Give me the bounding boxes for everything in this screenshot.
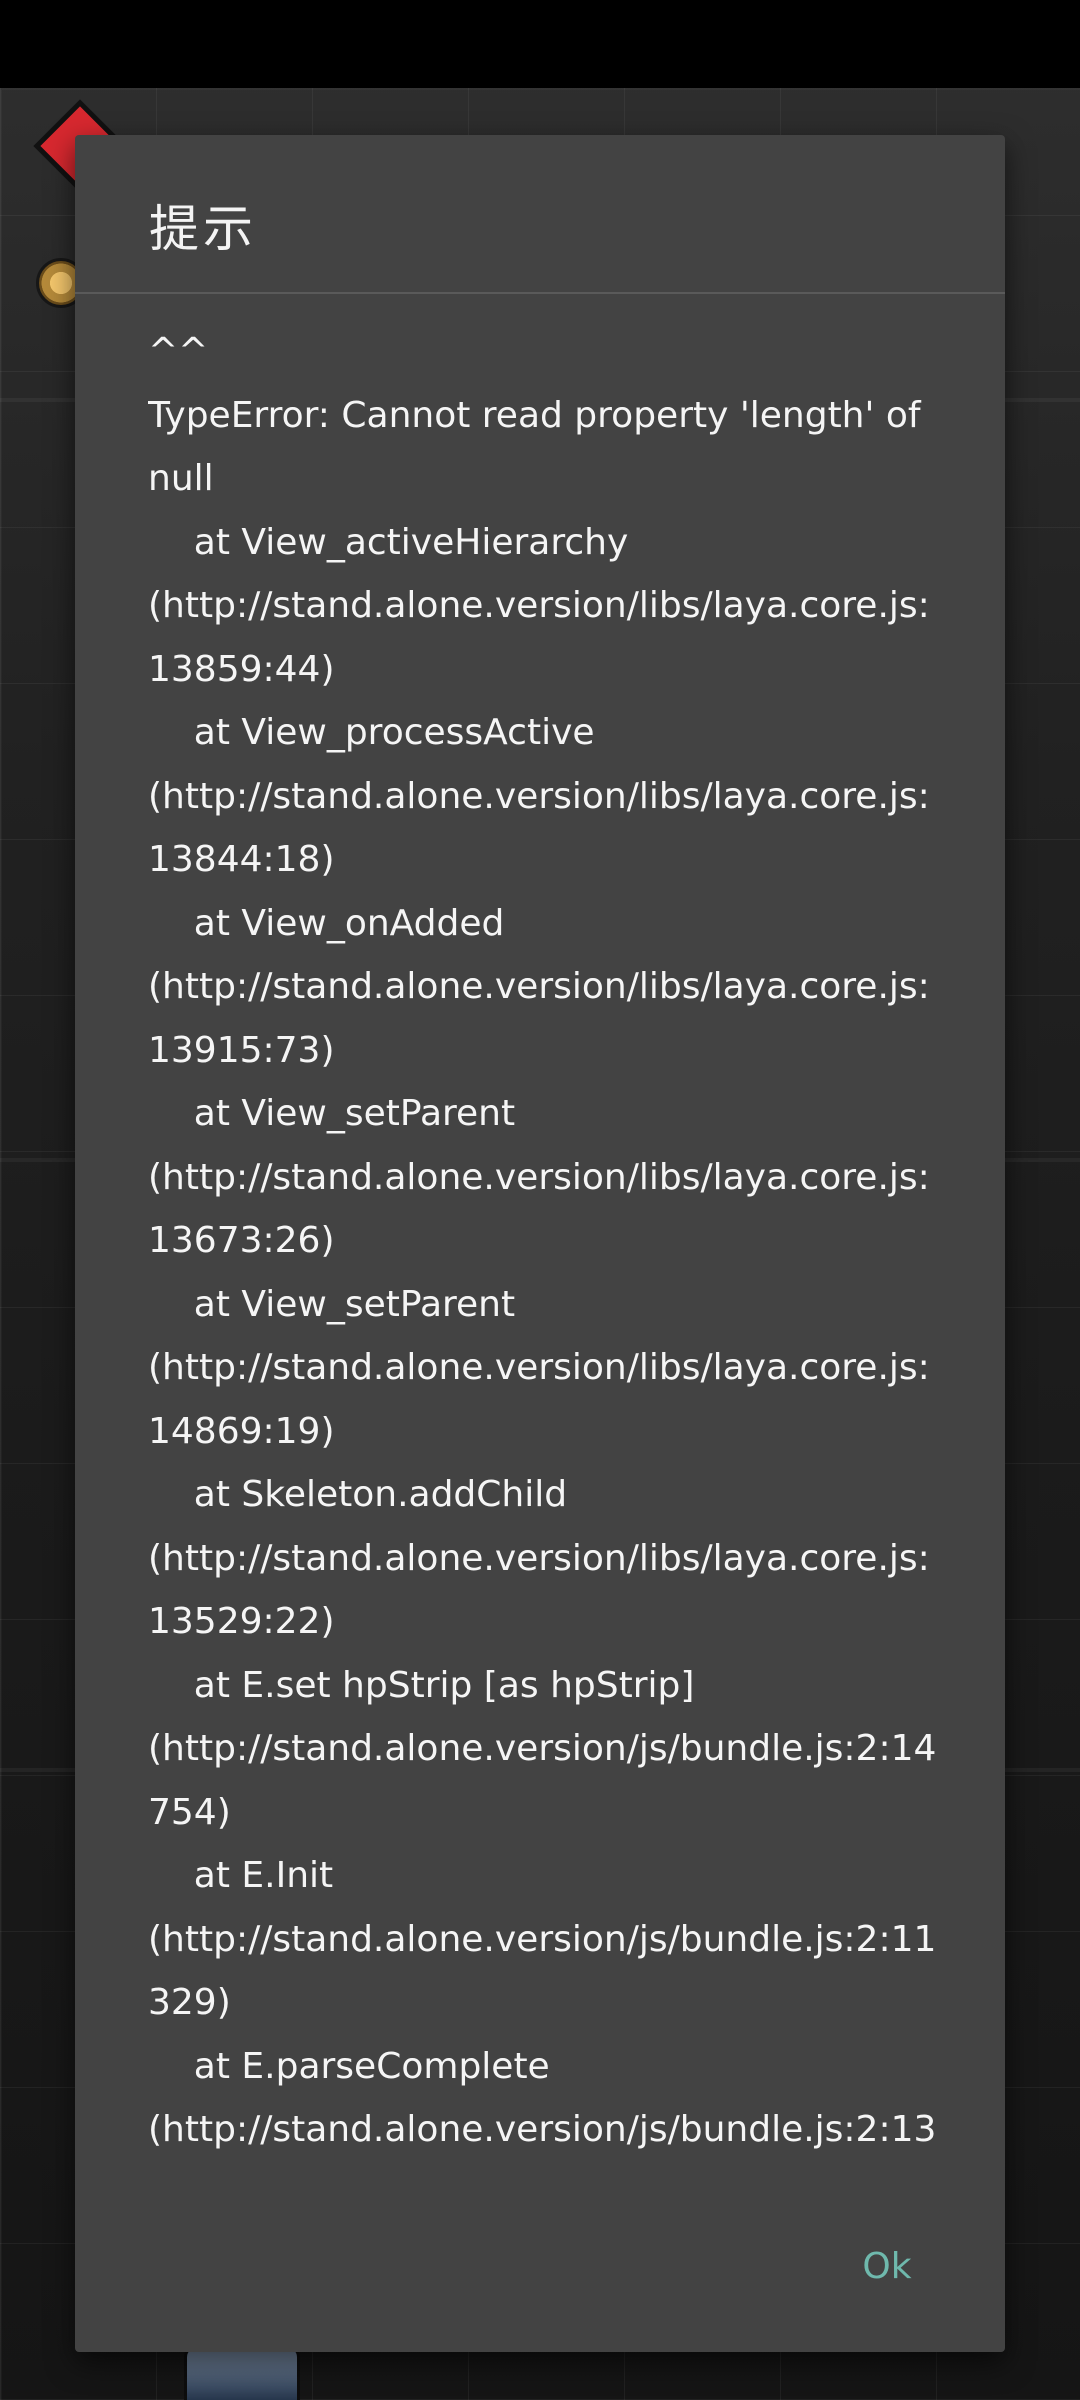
dialog-message-area: ^^ TypeError: Cannot read property 'leng… (148, 320, 938, 2170)
bottom-item-icon (184, 2345, 300, 2400)
screen: 提示 ^^ TypeError: Cannot read property 'l… (0, 0, 1080, 2400)
error-dialog: 提示 ^^ TypeError: Cannot read property 'l… (75, 135, 1005, 2352)
dialog-title: 提示 (149, 200, 257, 258)
dialog-divider (75, 292, 1005, 294)
error-message: ^^ TypeError: Cannot read property 'leng… (148, 331, 937, 2150)
ok-button[interactable]: Ok (847, 2232, 927, 2302)
